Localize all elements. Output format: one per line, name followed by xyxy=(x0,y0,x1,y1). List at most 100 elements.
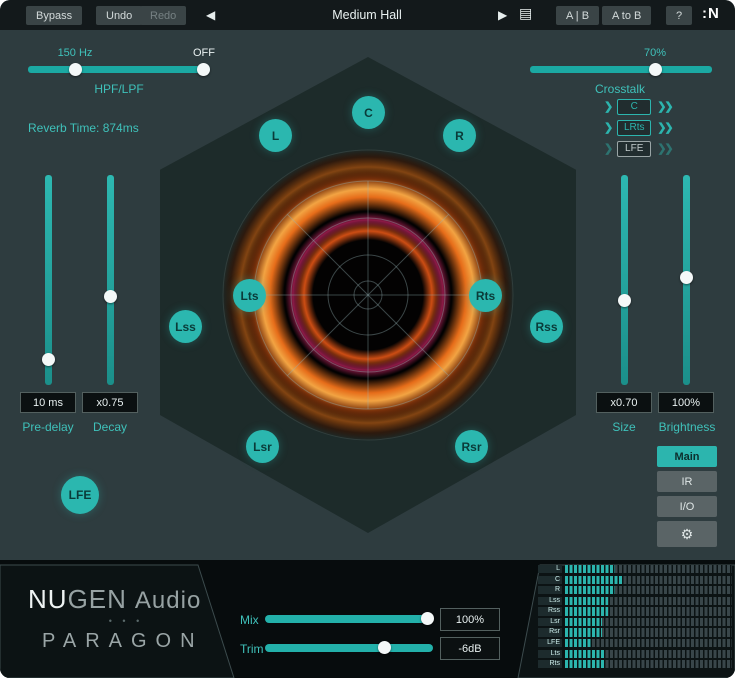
meter-row: Rss xyxy=(538,607,732,615)
plugin-window: Bypass Undo Redo ◀ Medium Hall ▶ ▤ A | B… xyxy=(0,0,735,678)
tab-ir[interactable]: IR xyxy=(657,471,717,492)
routing-row-c: ❯ C ❯❯ xyxy=(604,97,672,116)
meter-row: Lts xyxy=(538,650,732,658)
crosstalk-track[interactable] xyxy=(530,66,712,73)
meter-panel-rows: LCRLssRssLsrRsrLFELtsRts xyxy=(538,565,732,668)
speaker-node-rts[interactable]: Rts xyxy=(469,279,502,312)
meter-row: R xyxy=(538,586,732,594)
meter-fill xyxy=(565,639,592,647)
size-slider xyxy=(617,175,631,385)
routing-c-button[interactable]: C xyxy=(617,99,651,115)
meter-bar xyxy=(565,628,732,636)
brand-audio: Audio xyxy=(135,587,201,614)
mix-handle[interactable] xyxy=(421,612,434,625)
a-to-b-button[interactable]: A to B xyxy=(602,6,651,25)
bypass-button[interactable]: Bypass xyxy=(26,6,82,25)
meter-fill xyxy=(565,565,615,573)
trim-track[interactable] xyxy=(265,644,433,652)
trim-value[interactable]: -6dB xyxy=(440,637,500,660)
brand-dots: • • • xyxy=(96,616,156,626)
meter-bar xyxy=(565,586,732,594)
size-handle[interactable] xyxy=(618,294,631,307)
decay-track[interactable] xyxy=(107,175,114,385)
brightness-handle[interactable] xyxy=(680,271,693,284)
size-track[interactable] xyxy=(621,175,628,385)
nugen-logo-icon: :N xyxy=(702,5,720,22)
chevron-out-icon[interactable]: ❯❯ xyxy=(657,121,671,134)
speaker-node-rss[interactable]: Rss xyxy=(530,310,563,343)
brightness-label: Brightness xyxy=(650,420,724,434)
trim-label: Trim xyxy=(240,642,264,656)
pre-delay-value[interactable]: 10 ms xyxy=(20,392,76,413)
pre-delay-slider xyxy=(41,175,55,385)
hpf-lpf-label: HPF/LPF xyxy=(28,82,210,96)
chevron-out-icon[interactable]: ❯❯ xyxy=(657,100,671,113)
preset-list-icon[interactable]: ▤ xyxy=(519,5,532,21)
meter-fill xyxy=(565,586,615,594)
speaker-node-c[interactable]: C xyxy=(352,96,385,129)
brightness-slider xyxy=(679,175,693,385)
speaker-node-lts[interactable]: Lts xyxy=(233,279,266,312)
meter-channel-label: Rss xyxy=(538,607,562,615)
meter-channel-label: Rts xyxy=(538,660,562,668)
meter-fill xyxy=(565,618,602,626)
meter-bar xyxy=(565,607,732,615)
redo-button[interactable]: Redo xyxy=(140,6,186,25)
meter-bar xyxy=(565,639,732,647)
chevron-in-icon[interactable]: ❯ xyxy=(604,121,611,134)
speaker-node-rsr[interactable]: Rsr xyxy=(455,430,488,463)
lpf-handle[interactable] xyxy=(197,63,210,76)
tab-io[interactable]: I/O xyxy=(657,496,717,517)
meter-row: Lsr xyxy=(538,618,732,626)
meter-channel-label: Lts xyxy=(538,650,562,658)
hpf-handle[interactable] xyxy=(69,63,82,76)
meter-row: C xyxy=(538,576,732,584)
speaker-node-l[interactable]: L xyxy=(259,119,292,152)
help-button[interactable]: ? xyxy=(666,6,692,25)
brightness-value[interactable]: 100% xyxy=(658,392,714,413)
speaker-node-lfe[interactable]: LFE xyxy=(61,476,99,514)
decay-value[interactable]: x0.75 xyxy=(82,392,138,413)
routing-panel: ❯ C ❯❯ ❯ LRts ❯❯ ❯ LFE ❯❯ xyxy=(604,97,672,160)
ab-compare-button[interactable]: A | B xyxy=(556,6,599,25)
routing-lfe-button[interactable]: LFE xyxy=(617,141,651,157)
meter-channel-label: LFE xyxy=(538,639,562,647)
brand-logo: NUGENAudio xyxy=(28,584,201,615)
crosstalk-slider xyxy=(530,62,712,76)
meter-row: Rsr xyxy=(538,628,732,636)
routing-lrts-button[interactable]: LRts xyxy=(617,120,651,136)
speaker-node-r[interactable]: R xyxy=(443,119,476,152)
routing-row-lfe: ❯ LFE ❯❯ xyxy=(604,139,672,158)
meter-bar xyxy=(565,597,732,605)
play-icon[interactable]: ▶ xyxy=(498,7,507,23)
crosstalk-handle[interactable] xyxy=(649,63,662,76)
decay-handle[interactable] xyxy=(104,290,117,303)
meter-channel-label: Rsr xyxy=(538,628,562,636)
chevron-in-icon[interactable]: ❯ xyxy=(604,142,611,155)
pre-delay-label: Pre-delay xyxy=(10,420,86,434)
chevron-in-icon[interactable]: ❯ xyxy=(604,100,611,113)
speaker-node-lsr[interactable]: Lsr xyxy=(246,430,279,463)
meter-row: LFE xyxy=(538,639,732,647)
undo-button[interactable]: Undo xyxy=(96,6,142,25)
mix-value[interactable]: 100% xyxy=(440,608,500,631)
chevron-out-icon[interactable]: ❯❯ xyxy=(657,142,671,155)
meter-fill xyxy=(565,650,605,658)
hpf-lpf-track[interactable] xyxy=(28,66,210,73)
meter-fill xyxy=(565,628,602,636)
trim-handle[interactable] xyxy=(378,641,391,654)
size-value[interactable]: x0.70 xyxy=(596,392,652,413)
back-icon[interactable]: ◀ xyxy=(206,7,215,23)
tab-main[interactable]: Main xyxy=(657,446,717,467)
decay-label: Decay xyxy=(82,420,138,434)
reverb-time-readout: Reverb Time: 874ms xyxy=(28,121,139,135)
titlebar: Bypass Undo Redo ◀ Medium Hall ▶ ▤ A | B… xyxy=(0,0,735,30)
decay-slider xyxy=(103,175,117,385)
mix-track[interactable] xyxy=(265,615,433,623)
pre-delay-handle[interactable] xyxy=(42,353,55,366)
meter-row: Lss xyxy=(538,597,732,605)
meter-channel-label: Lss xyxy=(538,597,562,605)
gear-icon[interactable]: ⚙ xyxy=(657,521,717,547)
speaker-node-lss[interactable]: Lss xyxy=(169,310,202,343)
preset-name[interactable]: Medium Hall xyxy=(267,8,467,22)
